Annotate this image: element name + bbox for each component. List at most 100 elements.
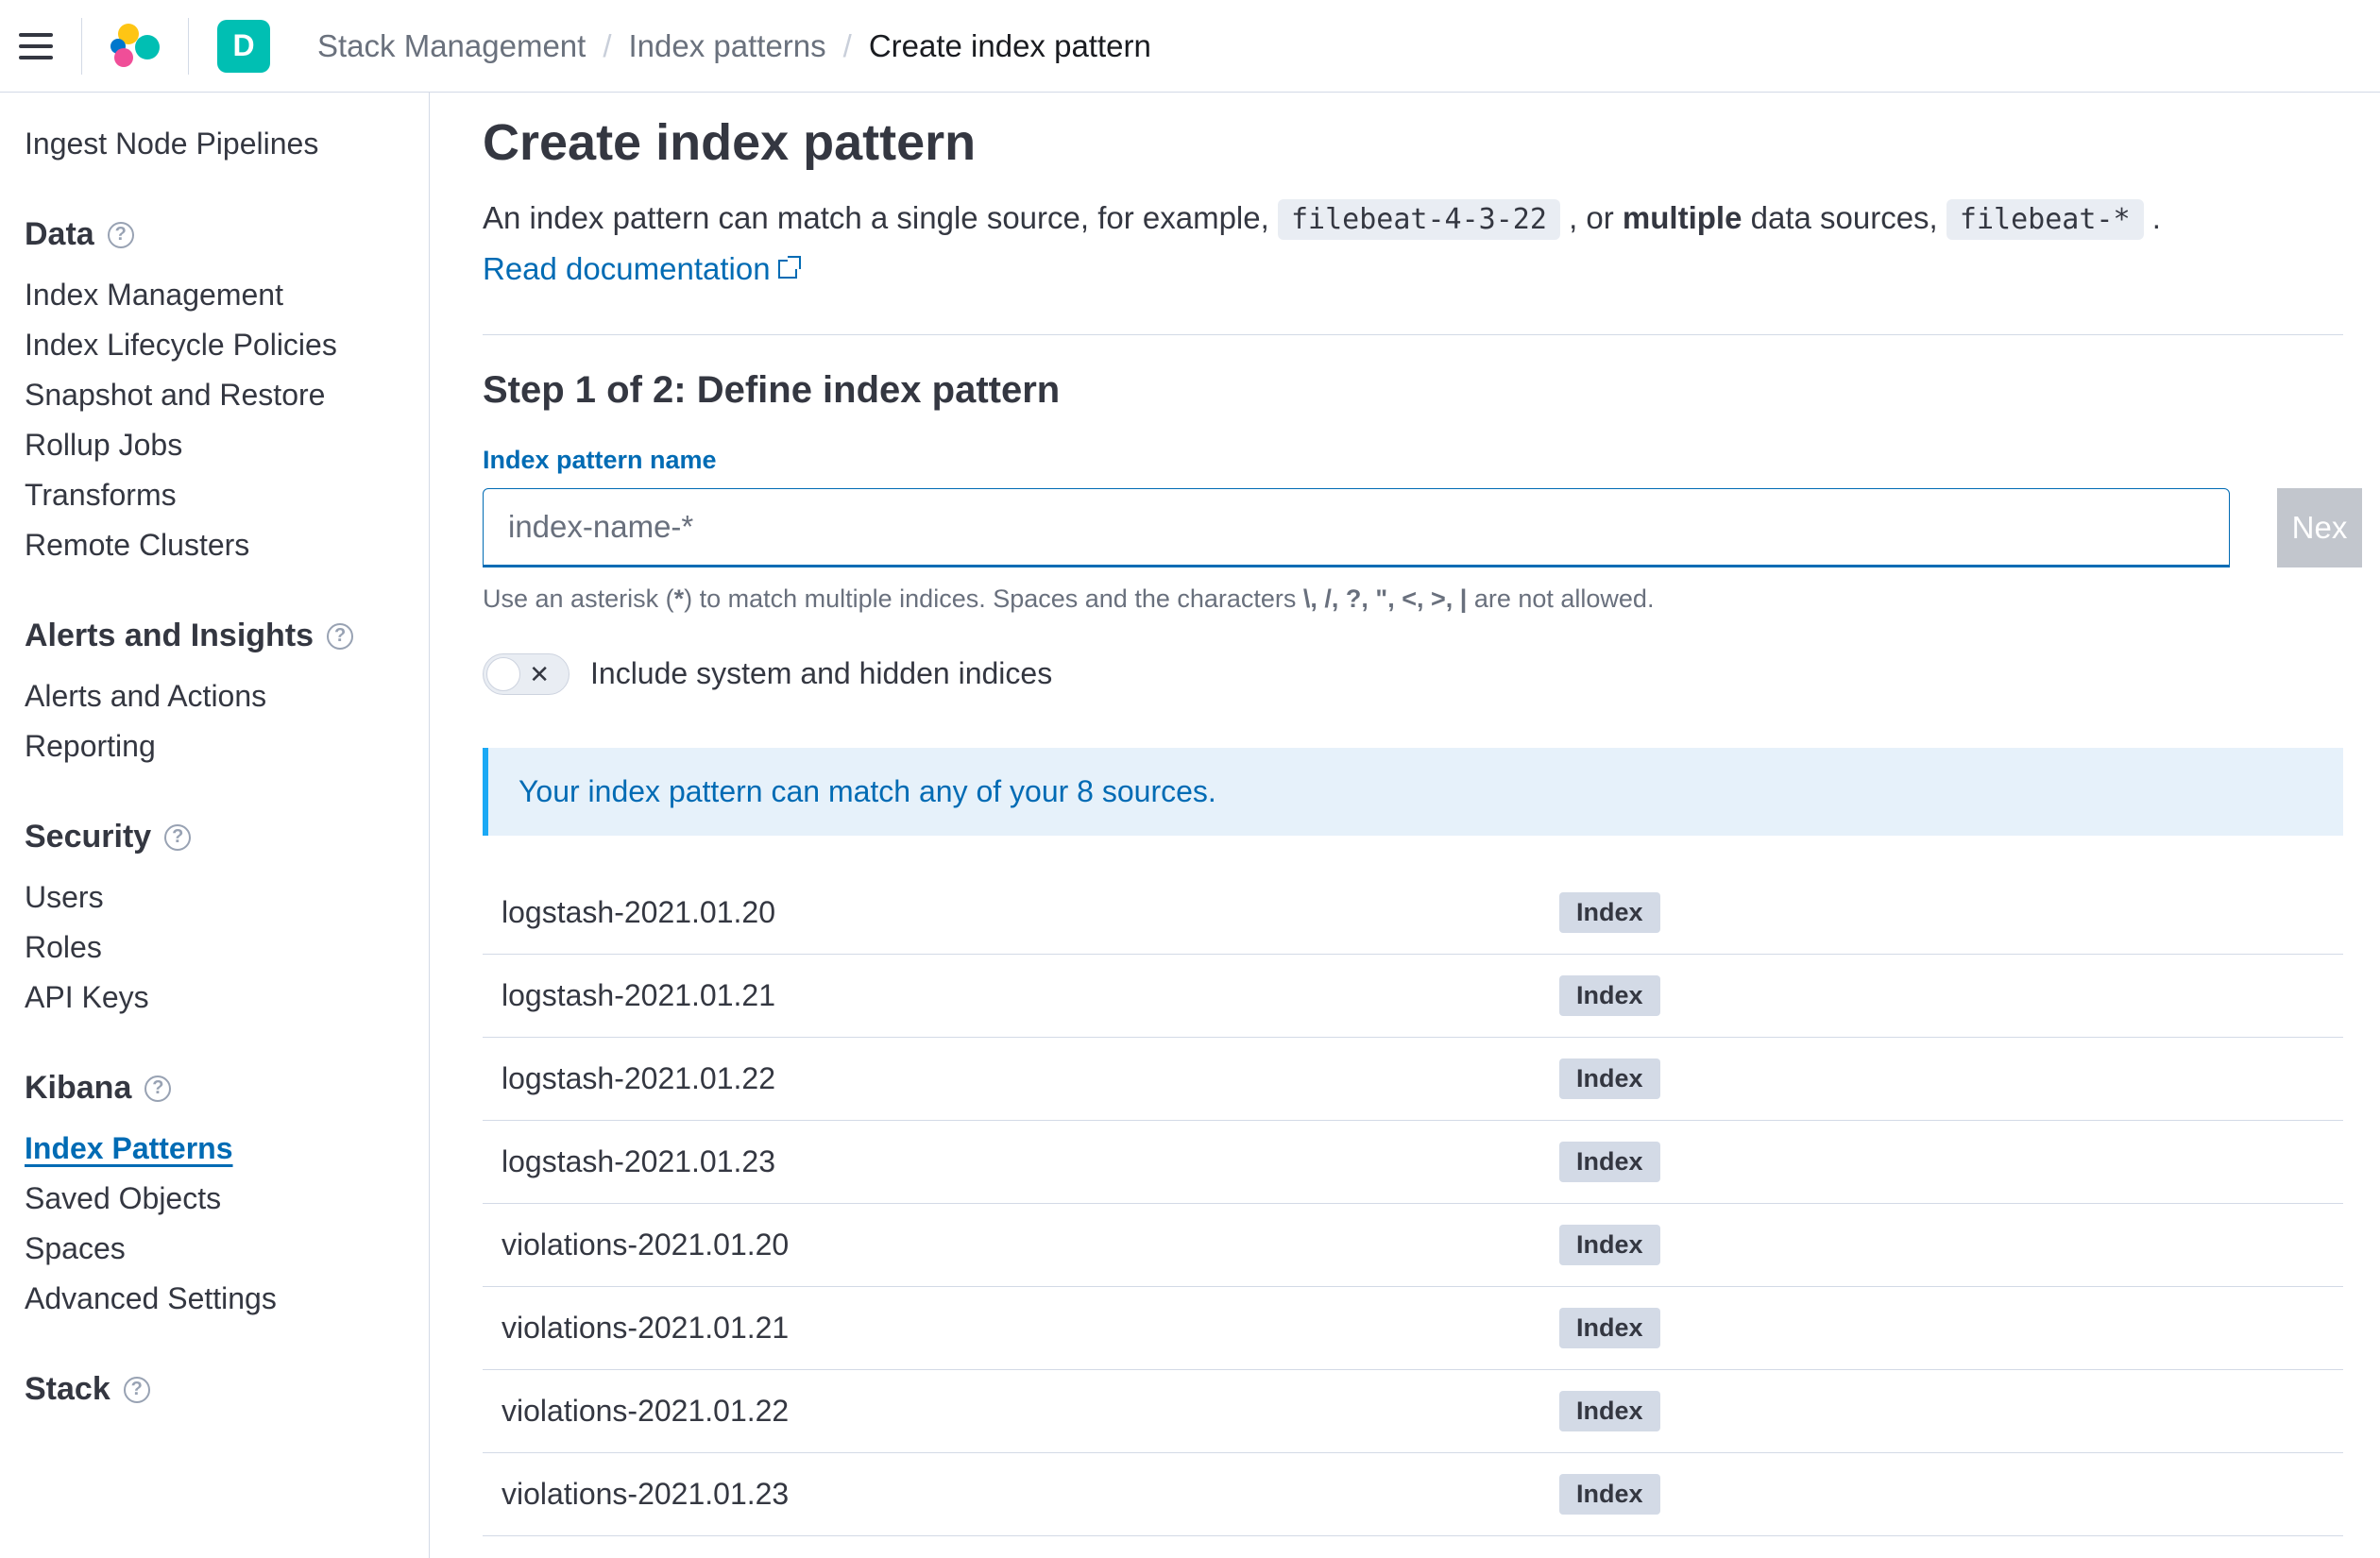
- sidebar-section-title: Security: [25, 819, 151, 855]
- divider: [188, 18, 189, 75]
- breadcrumb-index-patterns[interactable]: Index patterns: [629, 28, 826, 64]
- breadcrumb-stack-management[interactable]: Stack Management: [317, 28, 586, 64]
- index-name: violations-2021.01.21: [502, 1311, 1522, 1346]
- desc-text: , or: [1569, 200, 1623, 235]
- breadcrumb-separator: /: [843, 28, 852, 64]
- doc-link-label: Read documentation: [483, 251, 771, 287]
- index-name: logstash-2021.01.20: [502, 895, 1522, 930]
- match-callout: Your index pattern can match any of your…: [483, 748, 2343, 836]
- elastic-logo-icon[interactable]: [110, 22, 160, 71]
- hint-text: ) to match multiple indices. Spaces and …: [684, 584, 1303, 613]
- index-name: logstash-2021.01.22: [502, 1061, 1522, 1096]
- divider: [483, 334, 2343, 335]
- space-letter: D: [232, 28, 254, 63]
- help-icon[interactable]: ?: [327, 623, 353, 650]
- index-row: violations-2021.01.23 Index: [483, 1453, 2343, 1536]
- hint-text: Use an asterisk (: [483, 584, 674, 613]
- callout-text: Your index pattern can match any of your…: [518, 774, 1216, 808]
- sidebar-item-ingest-pipelines[interactable]: Ingest Node Pipelines: [25, 119, 404, 169]
- hint-bold: *: [674, 584, 685, 613]
- sidebar-item-saved-objects[interactable]: Saved Objects: [25, 1174, 404, 1224]
- index-name: logstash-2021.01.23: [502, 1144, 1522, 1179]
- sidebar-section-title: Stack: [25, 1371, 110, 1408]
- index-type-badge: Index: [1559, 1474, 1660, 1515]
- index-row: violations-2021.01.22 Index: [483, 1370, 2343, 1453]
- switch-label: Include system and hidden indices: [590, 656, 1052, 691]
- index-row: logstash-2021.01.22 Index: [483, 1038, 2343, 1121]
- help-icon[interactable]: ?: [108, 222, 134, 248]
- external-link-icon: [778, 260, 797, 279]
- index-type-badge: Index: [1559, 1058, 1660, 1099]
- sidebar-item-spaces[interactable]: Spaces: [25, 1224, 404, 1274]
- documentation-link[interactable]: Read documentation: [483, 251, 797, 287]
- breadcrumb-separator: /: [603, 28, 611, 64]
- index-row: logstash-2021.01.21 Index: [483, 955, 2343, 1038]
- sidebar-section-stack: Stack ?: [25, 1371, 404, 1408]
- desc-text: An index pattern can match a single sour…: [483, 200, 1278, 235]
- include-system-switch-row: ✕ Include system and hidden indices: [483, 653, 2380, 695]
- index-type-badge: Index: [1559, 892, 1660, 933]
- code-example-single: filebeat-4-3-22: [1278, 199, 1560, 240]
- index-type-badge: Index: [1559, 975, 1660, 1016]
- field-label-index-pattern: Index pattern name: [483, 446, 2380, 475]
- sidebar-item-index-management[interactable]: Index Management: [25, 270, 404, 320]
- source-index-list: logstash-2021.01.20Indexlogstash-2021.01…: [483, 872, 2343, 1536]
- sidebar-item-users[interactable]: Users: [25, 872, 404, 923]
- page-title: Create index pattern: [483, 113, 2380, 172]
- main-content: Create index pattern An index pattern ca…: [430, 93, 2380, 1558]
- input-hint: Use an asterisk (*) to match multiple in…: [483, 584, 2380, 614]
- page-description: An index pattern can match a single sour…: [483, 195, 2334, 242]
- menu-toggle-icon[interactable]: [19, 33, 53, 59]
- sidebar-section-data: Data ? Index Management Index Lifecycle …: [25, 216, 404, 570]
- hint-text: are not allowed.: [1467, 584, 1654, 613]
- breadcrumb: Stack Management / Index patterns / Crea…: [317, 28, 1151, 64]
- space-selector[interactable]: D: [217, 20, 270, 73]
- sidebar-item-api-keys[interactable]: API Keys: [25, 973, 404, 1023]
- sidebar-item-ilm[interactable]: Index Lifecycle Policies: [25, 320, 404, 370]
- desc-text: data sources,: [1751, 200, 1946, 235]
- include-system-toggle[interactable]: ✕: [483, 653, 570, 695]
- index-row: violations-2021.01.21 Index: [483, 1287, 2343, 1370]
- next-step-button[interactable]: Nex: [2277, 488, 2362, 567]
- sidebar-section-title: Data: [25, 216, 94, 253]
- index-name: violations-2021.01.22: [502, 1394, 1522, 1429]
- desc-text: .: [2152, 200, 2161, 235]
- breadcrumb-current: Create index pattern: [869, 28, 1151, 64]
- index-name: violations-2021.01.23: [502, 1477, 1522, 1512]
- sidebar-item-remote-clusters[interactable]: Remote Clusters: [25, 520, 404, 570]
- sidebar-item-index-patterns[interactable]: Index Patterns: [25, 1124, 404, 1174]
- index-pattern-input[interactable]: [483, 488, 2230, 567]
- help-icon[interactable]: ?: [164, 824, 191, 851]
- index-type-badge: Index: [1559, 1391, 1660, 1431]
- toggle-knob: [486, 657, 520, 691]
- code-example-wildcard: filebeat-*: [1946, 199, 2144, 240]
- help-icon[interactable]: ?: [144, 1075, 171, 1102]
- sidebar-item-reporting[interactable]: Reporting: [25, 721, 404, 771]
- sidebar-section-alerts: Alerts and Insights ? Alerts and Actions…: [25, 618, 404, 771]
- index-name: logstash-2021.01.21: [502, 978, 1522, 1013]
- step-title: Step 1 of 2: Define index pattern: [483, 369, 2380, 412]
- sidebar-item-alerts-actions[interactable]: Alerts and Actions: [25, 671, 404, 721]
- help-icon[interactable]: ?: [124, 1377, 150, 1403]
- desc-bold: multiple: [1623, 200, 1742, 235]
- index-row: logstash-2021.01.20 Index: [483, 872, 2343, 955]
- sidebar-section-title: Alerts and Insights: [25, 618, 314, 654]
- index-row: logstash-2021.01.23Index: [483, 1121, 2343, 1204]
- sidebar-item-snapshot-restore[interactable]: Snapshot and Restore: [25, 370, 404, 420]
- top-header: D Stack Management / Index patterns / Cr…: [0, 0, 2380, 93]
- sidebar-item-transforms[interactable]: Transforms: [25, 470, 404, 520]
- index-row: violations-2021.01.20 Index: [483, 1204, 2343, 1287]
- hint-bold: \, /, ?, ", <, >, |: [1303, 584, 1467, 613]
- toggle-off-icon: ✕: [529, 660, 550, 689]
- sidebar: Ingest Node Pipelines Data ? Index Manag…: [0, 93, 430, 1558]
- index-type-badge: Index: [1559, 1308, 1660, 1348]
- sidebar-item-roles[interactable]: Roles: [25, 923, 404, 973]
- sidebar-section-security: Security ? Users Roles API Keys: [25, 819, 404, 1023]
- divider: [81, 18, 82, 75]
- index-type-badge: Index: [1559, 1225, 1660, 1265]
- sidebar-item-advanced-settings[interactable]: Advanced Settings: [25, 1274, 404, 1324]
- index-name: violations-2021.01.20: [502, 1228, 1522, 1262]
- sidebar-section-kibana: Kibana ? Index Patterns Saved Objects Sp…: [25, 1070, 404, 1324]
- sidebar-item-rollup-jobs[interactable]: Rollup Jobs: [25, 420, 404, 470]
- sidebar-section-title: Kibana: [25, 1070, 131, 1107]
